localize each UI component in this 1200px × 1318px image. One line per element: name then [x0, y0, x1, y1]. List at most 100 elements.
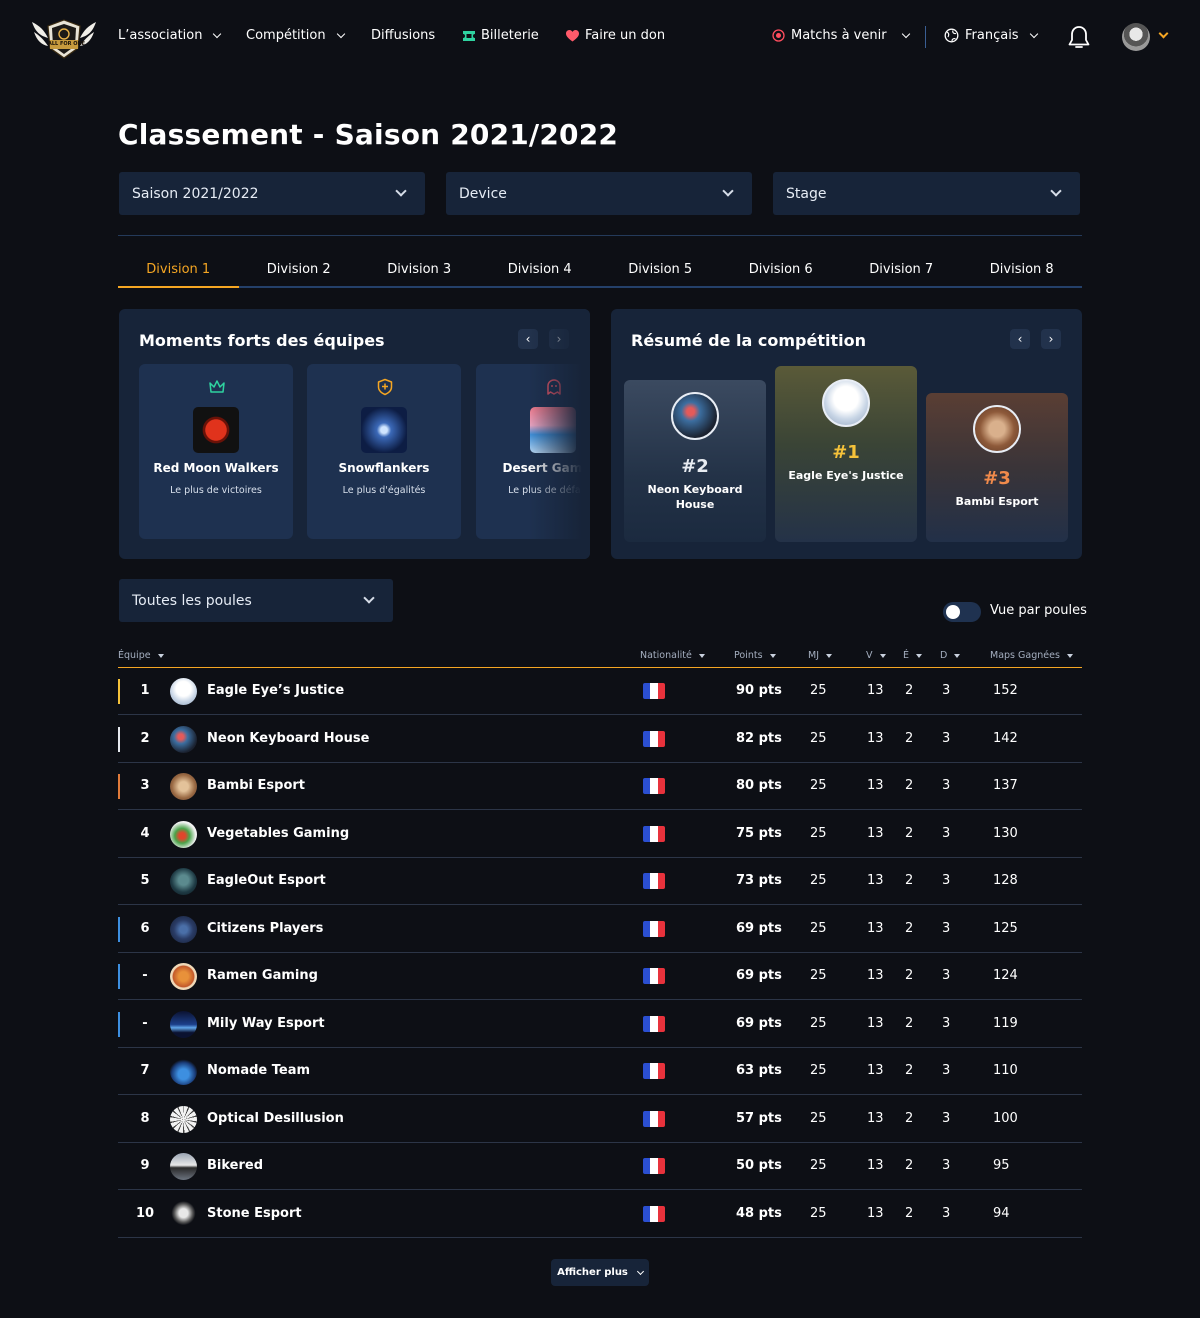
- row-e: 2: [905, 1206, 914, 1221]
- row-d: 3: [942, 826, 951, 841]
- nav-diffusions[interactable]: Diffusions: [371, 28, 435, 43]
- tab-division-1[interactable]: Division 1: [118, 254, 239, 288]
- table-row[interactable]: 1 Eagle Eye’s Justice 90 pts 25 13 2 3 1…: [118, 668, 1082, 715]
- podium-third[interactable]: #3 Bambi Esport: [926, 393, 1068, 542]
- team-logo: [530, 407, 576, 453]
- row-maps: 94: [993, 1206, 1010, 1221]
- column-d-label: D: [940, 650, 948, 661]
- row-e: 2: [905, 826, 914, 841]
- column-mj[interactable]: MJ: [808, 650, 832, 661]
- podium-second[interactable]: #2 Neon Keyboard House: [624, 380, 766, 542]
- france-flag-icon: [643, 1063, 665, 1079]
- table-row[interactable]: 3 Bambi Esport 80 pts 25 13 2 3 137: [118, 763, 1082, 810]
- highlight-card[interactable]: Snowflankers Le plus d'égalités: [307, 364, 461, 539]
- highlight-card[interactable]: Desert Gaming Le plus de défaites: [476, 364, 590, 539]
- team-name: Stone Esport: [207, 1206, 302, 1221]
- table-row[interactable]: 6 Citizens Players 69 pts 25 13 2 3 125: [118, 906, 1082, 953]
- row-points: 63 pts: [736, 1063, 782, 1078]
- nav-association[interactable]: L’association: [118, 28, 222, 43]
- user-avatar[interactable]: [1122, 23, 1150, 51]
- stage-select[interactable]: Stage: [773, 172, 1080, 215]
- column-v[interactable]: V: [866, 650, 886, 661]
- column-points[interactable]: Points: [734, 650, 776, 661]
- team-highlights-panel: Moments forts des équipes ‹ › Red Moon W…: [119, 309, 590, 559]
- pool-view-toggle[interactable]: [943, 602, 981, 622]
- row-maps: 125: [993, 921, 1018, 936]
- tab-division-4[interactable]: Division 4: [479, 254, 600, 288]
- table-row[interactable]: 7 Nomade Team 63 pts 25 13 2 3 110: [118, 1048, 1082, 1095]
- row-mj: 25: [810, 778, 827, 793]
- nav-billeterie[interactable]: Billeterie: [463, 28, 539, 43]
- tab-division-3[interactable]: Division 3: [359, 254, 480, 288]
- previous-button[interactable]: ‹: [1010, 329, 1030, 349]
- row-position: 2: [140, 731, 150, 746]
- show-more-button[interactable]: Afficher plus: [551, 1259, 649, 1286]
- sort-icon: [1066, 653, 1073, 658]
- nav-competition-label: Compétition: [246, 28, 326, 43]
- nav-donate[interactable]: Faire un don: [566, 28, 665, 43]
- table-row[interactable]: - Ramen Gaming 69 pts 25 13 2 3 124: [118, 953, 1082, 1000]
- rank-marker: [118, 917, 120, 942]
- rank-marker: [118, 964, 120, 989]
- row-mj: 25: [810, 968, 827, 983]
- pool-view-label: Vue par poules: [990, 603, 1087, 618]
- team-avatar: [170, 678, 197, 705]
- table-row[interactable]: 2 Neon Keyboard House 82 pts 25 13 2 3 1…: [118, 716, 1082, 763]
- table-row[interactable]: 10 Stone Esport 48 pts 25 13 2 3 94: [118, 1191, 1082, 1238]
- column-d[interactable]: D: [940, 650, 961, 661]
- shield-plus-icon: [377, 378, 393, 396]
- nav-billeterie-label: Billeterie: [481, 28, 539, 43]
- nav-competition[interactable]: Compétition: [246, 28, 345, 43]
- nav-upcoming-matches[interactable]: Matchs à venir: [772, 28, 910, 43]
- table-row[interactable]: 5 EagleOut Esport 73 pts 25 13 2 3 128: [118, 858, 1082, 905]
- chevron-down-icon[interactable]: [1158, 28, 1169, 39]
- row-e: 2: [905, 921, 914, 936]
- column-team-label: Équipe: [118, 650, 151, 661]
- table-row[interactable]: - Mily Way Esport 69 pts 25 13 2 3 119: [118, 1001, 1082, 1048]
- row-v: 13: [867, 683, 884, 698]
- column-team[interactable]: Équipe: [118, 650, 164, 661]
- team-name: Bambi Esport: [207, 778, 305, 793]
- podium-first[interactable]: #1 Eagle Eye's Justice: [775, 366, 917, 542]
- tab-division-2[interactable]: Division 2: [238, 254, 359, 288]
- row-v: 13: [867, 826, 884, 841]
- row-mj: 25: [810, 921, 827, 936]
- row-points: 80 pts: [736, 778, 782, 793]
- team-avatar: [822, 379, 870, 427]
- team-logo: [193, 407, 239, 453]
- table-row[interactable]: 8 Optical Desillusion 57 pts 25 13 2 3 1…: [118, 1096, 1082, 1143]
- pool-select[interactable]: Toutes les poules: [119, 579, 393, 622]
- table-row[interactable]: 4 Vegetables Gaming 75 pts 25 13 2 3 130: [118, 811, 1082, 858]
- row-maps: 124: [993, 968, 1018, 983]
- row-mj: 25: [810, 1111, 827, 1126]
- season-select[interactable]: Saison 2021/2022: [119, 172, 425, 215]
- sort-icon: [954, 653, 961, 658]
- rank-marker: [118, 822, 120, 847]
- table-row[interactable]: 9 Bikered 50 pts 25 13 2 3 95: [118, 1143, 1082, 1190]
- previous-button[interactable]: ‹: [518, 329, 538, 349]
- tab-division-6[interactable]: Division 6: [720, 254, 841, 288]
- chevron-down-icon: [636, 1267, 644, 1275]
- device-select[interactable]: Device: [446, 172, 752, 215]
- column-nationality[interactable]: Nationalité: [640, 650, 705, 661]
- next-button[interactable]: ›: [1041, 329, 1061, 349]
- column-e[interactable]: É: [903, 650, 923, 661]
- nav-diffusions-label: Diffusions: [371, 28, 436, 43]
- tab-division-5[interactable]: Division 5: [600, 254, 721, 288]
- france-flag-icon: [643, 731, 665, 747]
- tab-division-8[interactable]: Division 8: [961, 254, 1082, 288]
- tab-division-7[interactable]: Division 7: [841, 254, 962, 288]
- next-button[interactable]: ›: [549, 329, 569, 349]
- row-d: 3: [942, 968, 951, 983]
- france-flag-icon: [643, 778, 665, 794]
- team-name: Neon Keyboard House: [647, 483, 743, 511]
- logo[interactable]: ALL FOR ONE: [30, 14, 98, 62]
- column-maps[interactable]: Maps Gagnées: [990, 650, 1073, 661]
- nav-upcoming-matches-label: Matchs à venir: [791, 28, 887, 43]
- notification-bell-icon[interactable]: [1066, 24, 1092, 52]
- row-points: 57 pts: [736, 1111, 782, 1126]
- column-v-label: V: [866, 650, 873, 661]
- highlight-card[interactable]: Red Moon Walkers Le plus de victoires: [139, 364, 293, 539]
- row-position: 3: [140, 778, 150, 793]
- language-selector[interactable]: Français: [944, 28, 1038, 43]
